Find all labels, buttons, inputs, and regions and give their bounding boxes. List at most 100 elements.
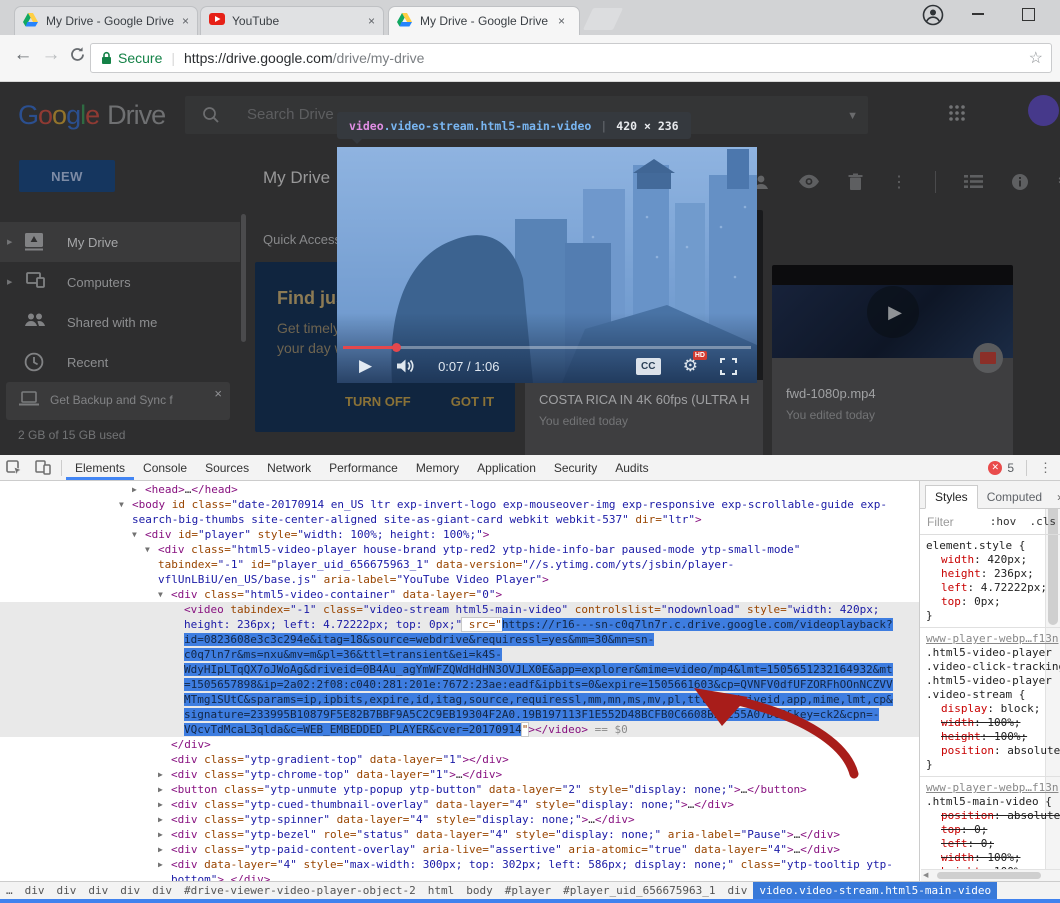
- error-badge-icon[interactable]: ✕: [988, 461, 1002, 475]
- dom-tree-line[interactable]: ▼<div id="player" style="width: 100%; he…: [0, 527, 919, 542]
- dom-tree-line[interactable]: ▶<div class="ytp-spinner" data-layer="4"…: [0, 812, 919, 827]
- minimize-button[interactable]: [972, 13, 984, 15]
- dom-tree-line[interactable]: ▶<div data-layer="4" style="max-width: 3…: [0, 857, 919, 881]
- new-tab-button[interactable]: [583, 8, 623, 30]
- video-settings-gear-icon[interactable]: ⚙HD: [683, 356, 698, 376]
- breadcrumb-item[interactable]: video.video-stream.html5-main-video: [753, 882, 997, 899]
- video-player[interactable]: ▶ 0:07 / 1:06 CC ⚙HD: [337, 147, 757, 383]
- css-rule[interactable]: www-player-webp…f13n.html5-video-player.…: [920, 628, 1060, 777]
- dom-tree-line[interactable]: ▼<div class="html5-video-player house-br…: [0, 542, 919, 587]
- styles-tab-computed[interactable]: Computed: [978, 486, 1051, 508]
- breadcrumb-item[interactable]: div: [146, 882, 178, 899]
- secure-chip[interactable]: Secure: [101, 50, 162, 66]
- browser-tab[interactable]: YouTube×: [200, 6, 384, 35]
- tab-close-icon[interactable]: ×: [182, 15, 189, 27]
- sidebar-more-tabs-icon[interactable]: »: [1051, 486, 1060, 508]
- breadcrumb-item[interactable]: #drive-viewer-video-player-object-2: [178, 882, 422, 899]
- device-toolbar-icon[interactable]: [35, 460, 51, 475]
- browser-tab[interactable]: My Drive - Google Drive ×: [14, 6, 198, 35]
- devtools-tab-memory[interactable]: Memory: [407, 455, 468, 480]
- breadcrumb-item[interactable]: #player: [499, 882, 557, 899]
- bookmark-star-icon[interactable]: ☆: [1029, 48, 1043, 68]
- file-subtitle: You edited today: [786, 408, 999, 422]
- dom-tree-line[interactable]: ▶<button class="ytp-unmute ytp-popup ytp…: [0, 782, 919, 797]
- devtools-tab-audits[interactable]: Audits: [606, 455, 657, 480]
- back-button[interactable]: ←: [10, 44, 36, 66]
- reload-button[interactable]: [64, 44, 90, 65]
- play-button-icon[interactable]: ▶: [359, 356, 372, 376]
- closed-captions-button[interactable]: CC: [636, 358, 661, 375]
- breadcrumb-item[interactable]: div: [51, 882, 83, 899]
- drive-logo[interactable]: GoogleDrive: [18, 100, 165, 131]
- devtools-tab-performance[interactable]: Performance: [320, 455, 407, 480]
- file-card-fwd-1080p[interactable]: ▶ fwd-1080p.mp4 You edited today: [772, 265, 1013, 455]
- sidebar-item-my-drive[interactable]: ▶My Drive: [0, 222, 240, 262]
- trash-icon[interactable]: [848, 173, 863, 191]
- breadcrumb-item[interactable]: div: [721, 882, 753, 899]
- volume-icon[interactable]: [396, 358, 416, 374]
- tab-close-icon[interactable]: ×: [368, 15, 375, 27]
- promo-turn-off-button[interactable]: TURN OFF: [345, 394, 411, 409]
- maximize-button[interactable]: [1022, 8, 1035, 21]
- devtools-tab-sources[interactable]: Sources: [196, 455, 258, 480]
- hov-toggle[interactable]: :hov: [990, 515, 1017, 528]
- dom-tree-line[interactable]: </div>: [0, 737, 919, 752]
- styles-horizontal-scrollbar[interactable]: ◀: [921, 869, 1060, 881]
- stylesheet-link[interactable]: www-player-webp…f13n: [926, 632, 1058, 646]
- devtools-tab-security[interactable]: Security: [545, 455, 606, 480]
- dom-tree-line[interactable]: ▶<div class="ytp-paid-content-overlay" a…: [0, 842, 919, 857]
- drive-account-avatar[interactable]: [1028, 95, 1059, 126]
- play-button-icon[interactable]: ▶: [867, 286, 919, 338]
- breadcrumb-item[interactable]: div: [114, 882, 146, 899]
- preview-eye-icon[interactable]: [798, 174, 820, 189]
- sidebar-scrollbar[interactable]: [241, 214, 246, 342]
- dom-tree-line[interactable]: ▶<div class="ytp-bezel" role="status" da…: [0, 827, 919, 842]
- inspect-element-icon[interactable]: [6, 460, 23, 476]
- styles-filter-input[interactable]: Filter: [927, 515, 954, 529]
- dom-tree-line[interactable]: <video tabindex="-1" class="video-stream…: [0, 602, 919, 737]
- expander-icon[interactable]: ▶: [7, 278, 17, 286]
- breadcrumb-item[interactable]: html: [422, 882, 461, 899]
- dom-tree-line[interactable]: ▼<div class="html5-video-container" data…: [0, 587, 919, 602]
- dom-tree-line[interactable]: <div class="ytp-gradient-top" data-layer…: [0, 752, 919, 767]
- dom-tree-line[interactable]: ▶<div class="ytp-chrome-top" data-layer=…: [0, 767, 919, 782]
- dom-tree-line[interactable]: ▶<div class="ytp-cued-thumbnail-overlay"…: [0, 797, 919, 812]
- breadcrumb-item[interactable]: …: [0, 882, 19, 899]
- devtools-tab-elements[interactable]: Elements: [66, 455, 134, 480]
- profile-avatar-icon[interactable]: [922, 4, 944, 26]
- breadcrumb-item[interactable]: body: [460, 882, 499, 899]
- list-view-icon[interactable]: [964, 174, 983, 189]
- promo-got-it-button[interactable]: GOT IT: [451, 394, 494, 409]
- sidebar-item-recent[interactable]: Recent: [0, 342, 240, 382]
- css-rule[interactable]: www-player-webp…f13n.html5-main-video {p…: [920, 777, 1060, 881]
- devtools-tab-application[interactable]: Application: [468, 455, 545, 480]
- sidebar-item-computers[interactable]: ▶Computers: [0, 262, 240, 302]
- dom-tree-line[interactable]: ▶<head>…</head>: [0, 482, 919, 497]
- apps-grid-icon[interactable]: [948, 104, 966, 122]
- devtools-tab-network[interactable]: Network: [258, 455, 320, 480]
- css-rule[interactable]: element.style {width: 420px;height: 236p…: [920, 535, 1060, 628]
- expander-icon[interactable]: ▶: [7, 238, 17, 246]
- dom-tree-line[interactable]: ▼<body id class="date-20170914 en_US ltr…: [0, 497, 919, 527]
- tab-title: My Drive - Google Drive: [46, 14, 174, 28]
- breadcrumb-item[interactable]: div: [19, 882, 51, 899]
- cls-toggle[interactable]: .cls: [1030, 515, 1057, 528]
- breadcrumb-item[interactable]: div: [82, 882, 114, 899]
- sidebar-item-shared-with-me[interactable]: Shared with me: [0, 302, 240, 342]
- search-options-caret-icon[interactable]: ▼: [847, 110, 858, 122]
- address-bar[interactable]: Secure | https://drive.google.com/drive/…: [90, 43, 1052, 73]
- devtools-tabs: ElementsConsoleSourcesNetworkPerformance…: [66, 455, 658, 480]
- devtools-tab-console[interactable]: Console: [134, 455, 196, 480]
- close-icon[interactable]: ×: [214, 386, 222, 401]
- devtools-menu-kebab-icon[interactable]: ⋮: [1039, 460, 1052, 476]
- tab-close-icon[interactable]: ×: [558, 15, 565, 27]
- styles-tab-styles[interactable]: Styles: [925, 485, 978, 509]
- breadcrumb-item[interactable]: #player_uid_656675963_1: [557, 882, 721, 899]
- forward-button[interactable]: →: [38, 44, 64, 66]
- info-icon[interactable]: [1011, 173, 1029, 191]
- stylesheet-link[interactable]: www-player-webp…f13n: [926, 781, 1058, 795]
- browser-tab[interactable]: My Drive - Google Drive×: [388, 6, 580, 35]
- fullscreen-icon[interactable]: [720, 358, 737, 375]
- more-actions-kebab-icon[interactable]: ⋮: [891, 172, 907, 192]
- new-button[interactable]: NEW: [19, 160, 115, 192]
